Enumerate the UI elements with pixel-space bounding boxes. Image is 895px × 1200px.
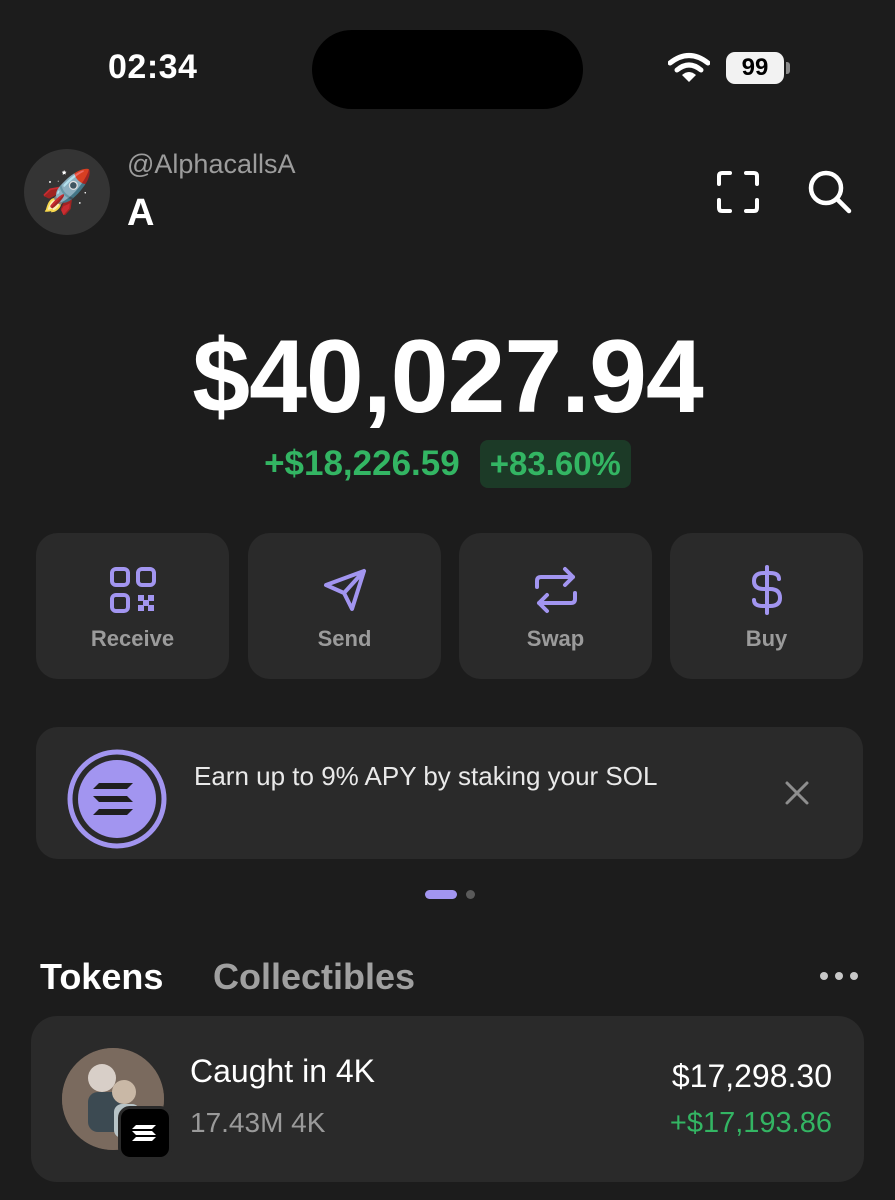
token-value: $17,298.30: [671, 1058, 832, 1094]
send-label: Send: [317, 626, 372, 651]
battery-level: 99: [726, 52, 784, 84]
buy-button[interactable]: Buy: [670, 533, 863, 679]
qr-code-icon: [109, 567, 156, 613]
receive-button[interactable]: Receive: [36, 533, 229, 679]
send-button[interactable]: Send: [248, 533, 441, 679]
swap-icon: [534, 567, 577, 613]
account-handle[interactable]: @AlphacallsA: [127, 149, 296, 180]
more-options-icon[interactable]: [818, 968, 860, 984]
dollar-icon: [751, 565, 782, 615]
close-icon[interactable]: [783, 779, 811, 807]
scan-icon[interactable]: [716, 170, 760, 214]
solana-chain-icon: [118, 1106, 172, 1160]
rocket-icon: 🚀: [40, 167, 94, 215]
tab-collectibles[interactable]: Collectibles: [213, 956, 415, 998]
battery-icon: 99: [726, 52, 790, 84]
status-time: 02:34: [108, 48, 198, 86]
tab-tokens[interactable]: Tokens: [40, 956, 163, 998]
balance-change-percent: +83.60%: [479, 440, 631, 488]
send-icon: [323, 569, 366, 611]
dynamic-island: [312, 30, 583, 109]
account-name[interactable]: A: [127, 192, 154, 235]
token-amount: 17.43M 4K: [190, 1107, 326, 1138]
staking-promo-text: Earn up to 9% APY by staking your SOL: [194, 761, 658, 791]
buy-label: Buy: [745, 626, 788, 651]
balance-change-row: +$18,226.59 +83.60%: [0, 440, 895, 488]
token-change: +$17,193.86: [669, 1107, 832, 1139]
carousel-dot-active[interactable]: [425, 890, 457, 899]
solana-icon: [67, 749, 167, 849]
swap-button[interactable]: Swap: [459, 533, 652, 679]
token-name: Caught in 4K: [190, 1053, 376, 1089]
receive-label: Receive: [90, 626, 175, 651]
balance-change-amount: +$18,226.59: [264, 444, 460, 483]
carousel-dot[interactable]: [466, 890, 475, 899]
search-icon[interactable]: [806, 168, 852, 214]
wifi-icon: [668, 53, 710, 82]
account-avatar[interactable]: 🚀: [24, 149, 110, 235]
total-balance: $40,027.94: [192, 319, 704, 435]
swap-label: Swap: [526, 626, 585, 651]
